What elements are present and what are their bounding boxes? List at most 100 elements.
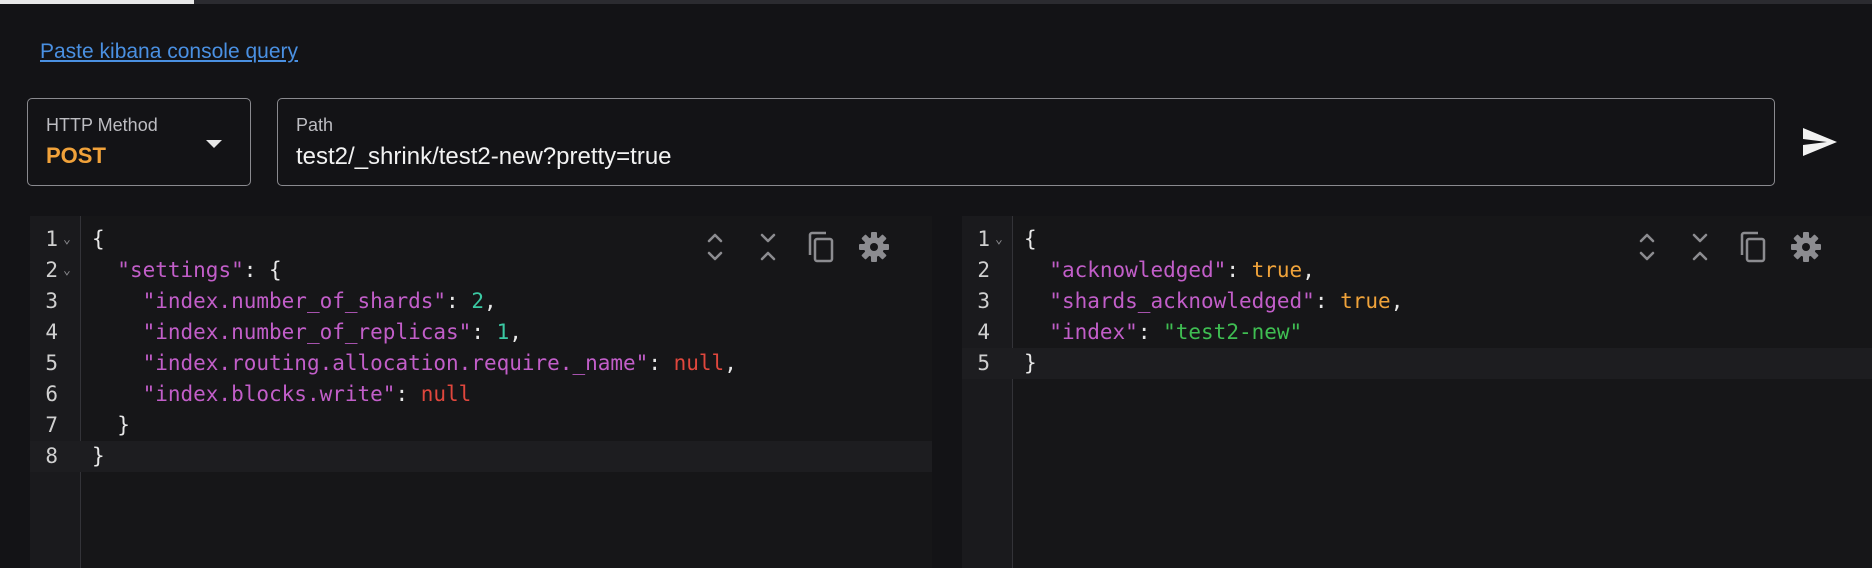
code-token: ,	[1302, 258, 1315, 282]
code-token: "test2-new"	[1163, 320, 1303, 344]
line-number: 6	[45, 382, 58, 406]
code-token: "shards_acknowledged"	[1049, 289, 1315, 313]
response-viewer[interactable]: 1 ⌄{2 "acknowledged": true, 3 "shards_ackn…	[962, 216, 1872, 568]
code-token: :	[1137, 320, 1164, 344]
code-token: 2	[471, 289, 484, 313]
line-number: 3	[45, 289, 58, 313]
line-number: 4	[977, 320, 990, 344]
code-token: 1	[496, 320, 510, 344]
code-token: true	[1340, 289, 1391, 313]
code-token: ,	[724, 351, 737, 375]
code-token: "index.routing.allocation.require._name"	[142, 351, 649, 375]
http-method-select[interactable]: HTTP Method POST	[27, 98, 251, 186]
code-line[interactable]: 5}	[962, 348, 1872, 379]
copy-icon[interactable]	[804, 230, 838, 264]
code-token: "settings"	[117, 258, 244, 282]
code-token: }	[92, 444, 105, 468]
fold-chevron-icon[interactable]: ⌄	[63, 224, 71, 255]
code-token: "acknowledged"	[1049, 258, 1227, 282]
expand-all-icon[interactable]	[1630, 230, 1664, 264]
code-text: }	[92, 410, 130, 441]
code-token: "index"	[1049, 320, 1138, 344]
fold-chevron-icon[interactable]: ⌄	[63, 255, 71, 286]
line-number: 4	[45, 320, 58, 344]
expand-all-icon[interactable]	[698, 230, 732, 264]
code-token: null	[420, 382, 472, 406]
code-token: ,	[483, 289, 497, 313]
dropdown-arrow-icon[interactable]	[206, 140, 222, 148]
code-line[interactable]: 4 "index": "test2-new"	[962, 317, 1872, 348]
code-token: "index.number_of_shards"	[142, 289, 447, 313]
code-token: :	[648, 351, 674, 375]
code-line[interactable]: 3 "shards_acknowledged": true,	[962, 286, 1872, 317]
path-input[interactable]: Path test2/_shrink/test2-new?pretty=true	[277, 98, 1775, 186]
code-token: : {	[243, 258, 282, 282]
code-token: {	[1024, 227, 1037, 251]
path-value[interactable]: test2/_shrink/test2-new?pretty=true	[296, 143, 672, 171]
code-token: :	[1226, 258, 1252, 282]
code-line[interactable]: 6 "index.blocks.write": null	[30, 379, 932, 410]
code-token: "index.number_of_replicas"	[142, 320, 472, 344]
code-text: {	[92, 224, 105, 255]
code-token: :	[471, 320, 497, 344]
line-number: 5	[45, 351, 58, 375]
line-number: 7	[45, 413, 58, 437]
code-token: :	[446, 289, 472, 313]
code-line[interactable]: 4 "index.number_of_replicas": 1,	[30, 317, 932, 348]
code-text: }	[92, 441, 105, 472]
line-number: 2	[977, 258, 990, 282]
code-token: true	[1251, 258, 1303, 282]
http-method-value: POST	[46, 143, 106, 168]
code-text: "settings": {	[92, 255, 282, 286]
code-text: "acknowledged": true,	[1024, 255, 1315, 286]
active-tab-indicator	[0, 0, 194, 4]
code-token: :	[1314, 289, 1341, 313]
line-number: 8	[45, 444, 58, 468]
code-line[interactable]: 1 ⌄ {	[30, 224, 932, 255]
line-number: 1	[977, 227, 990, 251]
code-token: null	[673, 351, 725, 375]
collapse-all-icon[interactable]	[751, 230, 785, 264]
line-number: 5	[977, 351, 990, 375]
collapse-all-icon[interactable]	[1683, 230, 1717, 264]
code-line[interactable]: 8}	[30, 441, 932, 472]
code-token: ,	[1390, 289, 1404, 313]
request-editor[interactable]: 1 ⌄{2 ⌄ "settings": {3 "index.number_of_sh…	[30, 216, 932, 568]
path-label: Path	[296, 115, 334, 135]
code-text: {	[1024, 224, 1037, 255]
line-number: 3	[977, 289, 990, 313]
send-icon	[1803, 128, 1837, 156]
fold-chevron-icon[interactable]: ⌄	[995, 224, 1003, 255]
tab-bar-divider	[0, 0, 1872, 4]
code-line[interactable]: 2 ⌄ "settings": {	[30, 255, 932, 286]
code-token: {	[92, 227, 105, 251]
code-text: "index.blocks.write": null	[92, 379, 472, 410]
code-text: "index.routing.allocation.require._name"…	[92, 348, 737, 379]
code-text: }	[1024, 348, 1037, 379]
code-text: "index.number_of_replicas": 1,	[92, 317, 522, 348]
code-line[interactable]: 7 }	[30, 410, 932, 441]
paste-kibana-query-link[interactable]: Paste kibana console query	[40, 40, 298, 64]
code-token: :	[395, 382, 421, 406]
gear-icon[interactable]	[1789, 230, 1823, 264]
code-token: ,	[509, 320, 522, 344]
send-button[interactable]	[1800, 124, 1840, 160]
code-text: "index.number_of_shards": 2,	[92, 286, 497, 317]
gear-icon[interactable]	[857, 230, 891, 264]
code-text: "shards_acknowledged": true,	[1024, 286, 1403, 317]
http-method-label: HTTP Method	[46, 115, 158, 135]
code-text: "index": "test2-new"	[1024, 317, 1302, 348]
code-token: }	[92, 413, 130, 437]
line-number: 2	[45, 258, 58, 282]
code-line[interactable]: 5 "index.routing.allocation.require._nam…	[30, 348, 932, 379]
code-line[interactable]: 3 "index.number_of_shards": 2,	[30, 286, 932, 317]
copy-icon[interactable]	[1736, 230, 1770, 264]
